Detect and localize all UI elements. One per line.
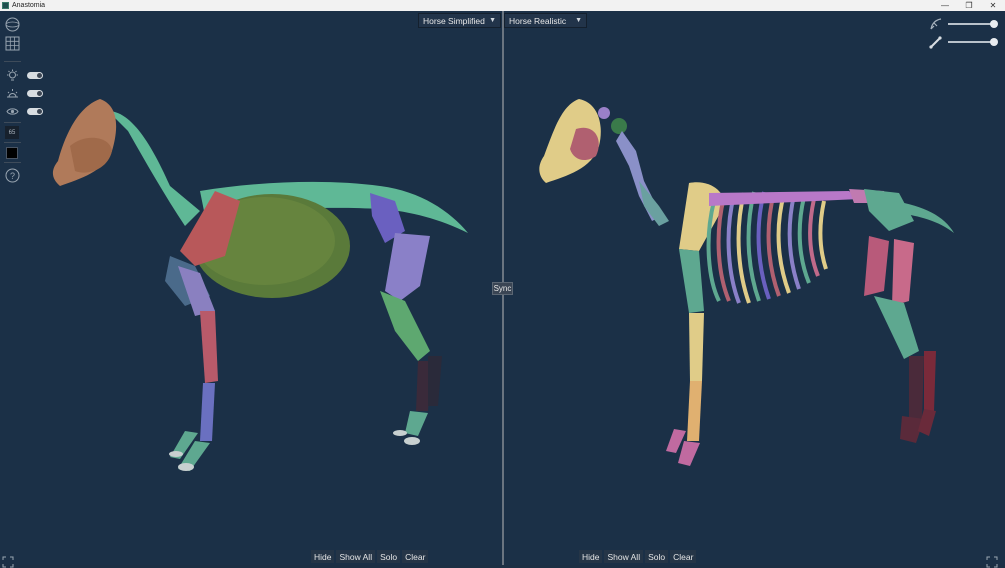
toolbar-divider [4, 61, 21, 62]
light-bulb-icon [4, 68, 21, 83]
zoom-value[interactable]: 65 [5, 126, 19, 139]
visibility-toggle[interactable] [27, 108, 43, 115]
horizon-toggle[interactable] [27, 90, 43, 97]
clear-button[interactable]: Clear [402, 550, 429, 563]
app-icon [2, 2, 9, 9]
close-button[interactable]: ✕ [981, 0, 1005, 11]
window-title: Anastomia [12, 2, 46, 9]
hide-button[interactable]: Hide [311, 550, 335, 563]
maximize-button[interactable]: ❐ [957, 0, 981, 11]
globe-view-icon[interactable] [4, 16, 21, 33]
solo-button[interactable]: Solo [377, 550, 401, 563]
right-viewport[interactable] [504, 11, 1005, 568]
minimize-button[interactable]: — [933, 0, 957, 11]
fullscreen-icon[interactable] [2, 556, 14, 568]
horizon-sun-icon [4, 86, 21, 101]
help-icon[interactable]: ? [4, 167, 21, 184]
toolbar-divider [4, 122, 21, 123]
left-viewport[interactable]: 65 ? [0, 11, 502, 568]
show-all-button[interactable]: Show All [336, 550, 376, 563]
svg-text:?: ? [10, 171, 15, 181]
hide-button[interactable]: Hide [579, 550, 603, 563]
toolbar-divider [4, 142, 21, 143]
clear-button[interactable]: Clear [670, 550, 697, 563]
title-bar: Anastomia — ❐ ✕ [0, 0, 1005, 11]
right-model-label: Horse Realistic [509, 15, 567, 26]
bone-icon [928, 35, 942, 49]
simplified-horse-skeleton [52, 99, 468, 471]
toolbar-divider [4, 162, 21, 163]
left-bottom-bar: Hide Show All Solo Clear [311, 550, 430, 563]
solo-button[interactable]: Solo [645, 550, 669, 563]
realistic-horse-skeleton [539, 99, 954, 466]
eye-icon [4, 104, 21, 119]
right-model-dropdown[interactable]: Horse Realistic ▼ [504, 13, 587, 28]
light-toggle[interactable] [27, 72, 43, 79]
fullscreen-icon[interactable] [986, 556, 998, 568]
left-model-label: Horse Simplified [423, 15, 485, 26]
grid-icon[interactable] [4, 35, 21, 52]
show-all-button[interactable]: Show All [604, 550, 644, 563]
feather-pen-icon [928, 17, 942, 31]
chevron-down-icon: ▼ [575, 17, 582, 24]
right-bottom-bar: Hide Show All Solo Clear [579, 550, 698, 563]
left-model-dropdown[interactable]: Horse Simplified ▼ [418, 13, 501, 28]
opacity-slider[interactable] [948, 20, 998, 28]
background-color-swatch[interactable] [6, 147, 18, 159]
sync-button[interactable]: Sync [492, 282, 513, 295]
bone-size-slider[interactable] [948, 38, 998, 46]
chevron-down-icon: ▼ [489, 17, 496, 24]
